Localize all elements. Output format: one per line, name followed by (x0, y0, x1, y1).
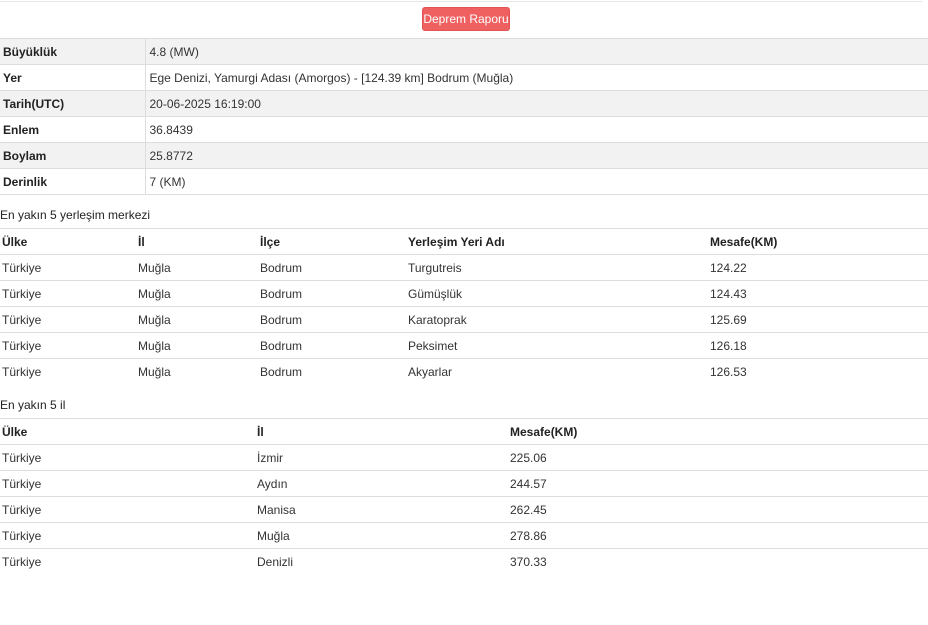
nearest-provinces-table: Ülke İl Mesafe(KM) Türkiye İzmir 225.06 … (0, 418, 928, 575)
table-cell: Akyarlar (406, 358, 708, 385)
info-value: 4.8 (MW) (145, 38, 928, 65)
table-cell: Aydın (255, 470, 508, 497)
info-row-latitude: Enlem 36.8439 (0, 116, 928, 143)
table-cell: Türkiye (0, 254, 136, 281)
table-row: Türkiye Denizli 370.33 (0, 548, 928, 575)
info-value: 36.8439 (145, 116, 928, 143)
earthquake-report-button[interactable]: Deprem Raporu (422, 7, 510, 31)
table-cell: 125.69 (708, 306, 928, 333)
column-header: Mesafe(KM) (508, 418, 928, 445)
table-cell: Türkiye (0, 548, 255, 575)
nearest-settlements-table: Ülke İl İlçe Yerleşim Yeri Adı Mesafe(KM… (0, 228, 928, 385)
column-header: İl (255, 418, 508, 445)
table-cell: Bodrum (258, 306, 406, 333)
table-cell: Türkiye (0, 306, 136, 333)
info-value: 25.8772 (145, 142, 928, 169)
table-cell: Bodrum (258, 358, 406, 385)
table-cell: 262.45 (508, 496, 928, 523)
table-cell: Bodrum (258, 254, 406, 281)
info-value: 7 (KM) (145, 168, 928, 195)
table-cell: Manisa (255, 496, 508, 523)
table-cell: 126.53 (708, 358, 928, 385)
table-cell: Türkiye (0, 280, 136, 307)
table-cell: Peksimet (406, 332, 708, 359)
table-row: Türkiye Muğla 278.86 (0, 522, 928, 549)
table-cell: Türkiye (0, 522, 255, 549)
info-key: Boylam (0, 142, 146, 169)
column-header: Ülke (0, 228, 136, 255)
table-cell: Türkiye (0, 496, 255, 523)
table-row: Türkiye Muğla Bodrum Karatoprak 125.69 (0, 306, 928, 333)
table-cell: Türkiye (0, 358, 136, 385)
table-cell: İzmir (255, 444, 508, 471)
info-row-date: Tarih(UTC) 20-06-2025 16:19:00 (0, 90, 928, 117)
provinces-caption: En yakın 5 il (0, 398, 66, 412)
table-row: Türkiye Aydın 244.57 (0, 470, 928, 497)
table-cell: 124.43 (708, 280, 928, 307)
top-divider (0, 1, 922, 2)
table-header-row: Ülke İl İlçe Yerleşim Yeri Adı Mesafe(KM… (0, 228, 928, 255)
column-header: İlçe (258, 228, 406, 255)
table-cell: Muğla (136, 254, 258, 281)
table-cell: Denizli (255, 548, 508, 575)
table-cell: Muğla (136, 306, 258, 333)
column-header: İl (136, 228, 258, 255)
table-cell: 126.18 (708, 332, 928, 359)
info-key: Yer (0, 64, 146, 91)
table-header-row: Ülke İl Mesafe(KM) (0, 418, 928, 445)
earthquake-info-table: Büyüklük 4.8 (MW) Yer Ege Denizi, Yamurg… (0, 38, 928, 195)
table-cell: Türkiye (0, 332, 136, 359)
info-key: Enlem (0, 116, 146, 143)
table-row: Türkiye Manisa 262.45 (0, 496, 928, 523)
table-row: Türkiye Muğla Bodrum Gümüşlük 124.43 (0, 280, 928, 307)
table-cell: Türkiye (0, 470, 255, 497)
table-cell: Muğla (255, 522, 508, 549)
info-key: Derinlik (0, 168, 146, 195)
table-cell: Muğla (136, 358, 258, 385)
info-row-magnitude: Büyüklük 4.8 (MW) (0, 38, 928, 65)
column-header: Mesafe(KM) (708, 228, 928, 255)
column-header: Ülke (0, 418, 255, 445)
table-cell: Karatoprak (406, 306, 708, 333)
table-row: Türkiye Muğla Bodrum Akyarlar 126.53 (0, 358, 928, 385)
table-cell: Turgutreis (406, 254, 708, 281)
table-cell: Bodrum (258, 332, 406, 359)
info-row-depth: Derinlik 7 (KM) (0, 168, 928, 195)
table-cell: 370.33 (508, 548, 928, 575)
table-cell: 124.22 (708, 254, 928, 281)
table-cell: Muğla (136, 332, 258, 359)
table-cell: 225.06 (508, 444, 928, 471)
info-key: Tarih(UTC) (0, 90, 146, 117)
info-row-location: Yer Ege Denizi, Yamurgi Adası (Amorgos) … (0, 64, 928, 91)
table-row: Türkiye Muğla Bodrum Turgutreis 124.22 (0, 254, 928, 281)
table-cell: Gümüşlük (406, 280, 708, 307)
settlements-caption: En yakın 5 yerleşim merkezi (0, 208, 151, 222)
earthquake-detail-page: Deprem Raporu Büyüklük 4.8 (MW) Yer Ege … (0, 0, 928, 625)
table-cell: Muğla (136, 280, 258, 307)
table-cell: Türkiye (0, 444, 255, 471)
info-value: 20-06-2025 16:19:00 (145, 90, 928, 117)
table-cell: 278.86 (508, 522, 928, 549)
info-key: Büyüklük (0, 38, 146, 65)
info-row-longitude: Boylam 25.8772 (0, 142, 928, 169)
table-row: Türkiye İzmir 225.06 (0, 444, 928, 471)
info-value: Ege Denizi, Yamurgi Adası (Amorgos) - [1… (145, 64, 928, 91)
table-row: Türkiye Muğla Bodrum Peksimet 126.18 (0, 332, 928, 359)
column-header: Yerleşim Yeri Adı (406, 228, 708, 255)
table-cell: Bodrum (258, 280, 406, 307)
table-cell: 244.57 (508, 470, 928, 497)
